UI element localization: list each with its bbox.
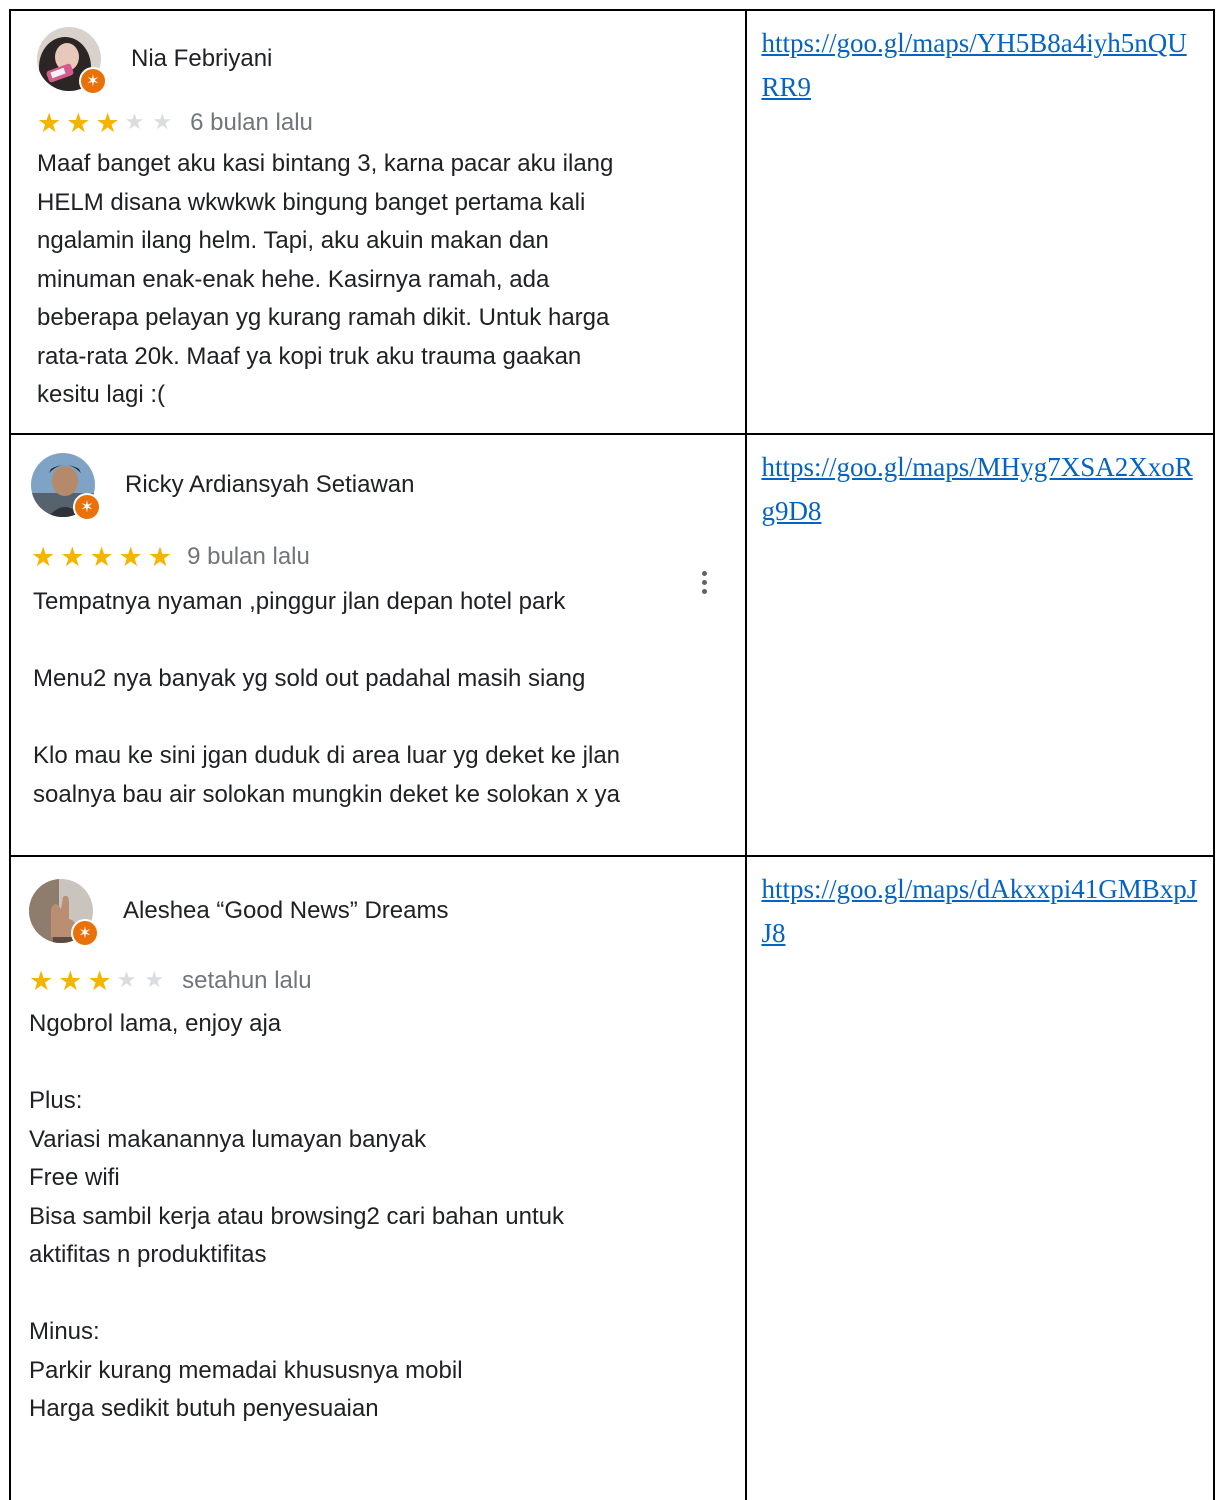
review-cell: ✶ Ricky Ardiansyah Setiawan ★ ★ ★ ★ ★ 9 bula… <box>8 433 748 857</box>
reviewer-name[interactable]: Ricky Ardiansyah Setiawan <box>125 471 414 499</box>
local-guide-badge-icon: ✶ <box>79 67 107 95</box>
star-filled-icon: ★ <box>29 965 54 997</box>
reviewer-name[interactable]: Aleshea “Good News” Dreams <box>123 897 448 925</box>
local-guide-badge-icon: ✶ <box>71 919 99 947</box>
rating-line: ★ ★ ★ ★ ★ 6 bulan lalu <box>11 91 745 143</box>
more-vert-icon[interactable] <box>702 571 708 594</box>
avatar[interactable]: ✶ <box>29 879 99 947</box>
reviewer-header: ✶ Ricky Ardiansyah Setiawan <box>11 435 745 521</box>
table-row: ✶ Ricky Ardiansyah Setiawan ★ ★ ★ ★ ★ 9 bula… <box>8 433 1215 857</box>
avatar[interactable]: ✶ <box>31 453 101 521</box>
map-link[interactable]: https://goo.gl/maps/MHyg7XSA2XxoRg9D8 <box>747 435 1213 533</box>
map-link[interactable]: https://goo.gl/maps/YH5B8a4iyh5nQURR9 <box>747 11 1213 109</box>
star-filled-icon: ★ <box>58 965 83 997</box>
table-row: ✶ Nia Febriyani ★ ★ ★ ★ ★ 6 bulan lalu Maaf … <box>8 9 1215 435</box>
link-cell: https://goo.gl/maps/dAkxxpi41GMBxpJJ8 <box>745 855 1215 1500</box>
star-rating: ★ ★ ★ ★ ★ <box>37 110 180 137</box>
review-table: ✶ Nia Febriyani ★ ★ ★ ★ ★ 6 bulan lalu Maaf … <box>8 9 1215 1500</box>
link-cell: https://goo.gl/maps/MHyg7XSA2XxoRg9D8 <box>745 433 1215 857</box>
star-filled-icon: ★ <box>95 107 120 139</box>
rating-line: ★ ★ ★ ★ ★ 9 bulan lalu <box>11 517 745 577</box>
star-filled-icon: ★ <box>118 541 143 573</box>
table-row: ✶ Aleshea “Good News” Dreams ★ ★ ★ ★ ★ setah… <box>8 855 1215 1500</box>
reviewer-header: ✶ Aleshea “Good News” Dreams <box>11 857 745 947</box>
review-date: 9 bulan lalu <box>187 543 310 570</box>
review-text: Tempatnya nyaman ,pinggur jlan depan hot… <box>33 588 621 808</box>
star-empty-icon: ★ <box>124 110 145 135</box>
review-date: 6 bulan lalu <box>190 109 313 136</box>
review-date: setahun lalu <box>182 967 312 994</box>
map-link[interactable]: https://goo.gl/maps/dAkxxpi41GMBxpJJ8 <box>747 857 1213 955</box>
star-filled-icon: ★ <box>37 107 62 139</box>
star-empty-icon: ★ <box>116 968 137 993</box>
star-filled-icon: ★ <box>60 541 85 573</box>
star-empty-icon: ★ <box>152 110 173 135</box>
star-filled-icon: ★ <box>89 541 114 573</box>
avatar[interactable]: ✶ <box>37 27 107 95</box>
star-rating: ★ ★ ★ ★ ★ <box>29 968 172 995</box>
review-cell: ✶ Aleshea “Good News” Dreams ★ ★ ★ ★ ★ setah… <box>8 855 748 1500</box>
reviewer-header: ✶ Nia Febriyani <box>11 11 745 95</box>
star-empty-icon: ★ <box>144 968 165 993</box>
link-cell: https://goo.gl/maps/YH5B8a4iyh5nQURR9 <box>745 9 1215 435</box>
star-filled-icon: ★ <box>147 541 173 573</box>
rating-line: ★ ★ ★ ★ ★ setahun lalu <box>11 943 745 1001</box>
review-text: Maaf banget aku kasi bintang 3, karna pa… <box>37 150 614 408</box>
reviewer-name[interactable]: Nia Febriyani <box>131 45 272 73</box>
star-rating: ★ ★ ★ ★ ★ <box>31 544 177 571</box>
star-filled-icon: ★ <box>66 107 91 139</box>
star-filled-icon: ★ <box>87 965 112 997</box>
local-guide-badge-icon: ✶ <box>73 493 101 521</box>
star-filled-icon: ★ <box>31 541 56 573</box>
review-cell: ✶ Nia Febriyani ★ ★ ★ ★ ★ 6 bulan lalu Maaf … <box>8 9 748 435</box>
review-text: Ngobrol lama, enjoy aja Plus: Variasi ma… <box>29 1010 564 1422</box>
